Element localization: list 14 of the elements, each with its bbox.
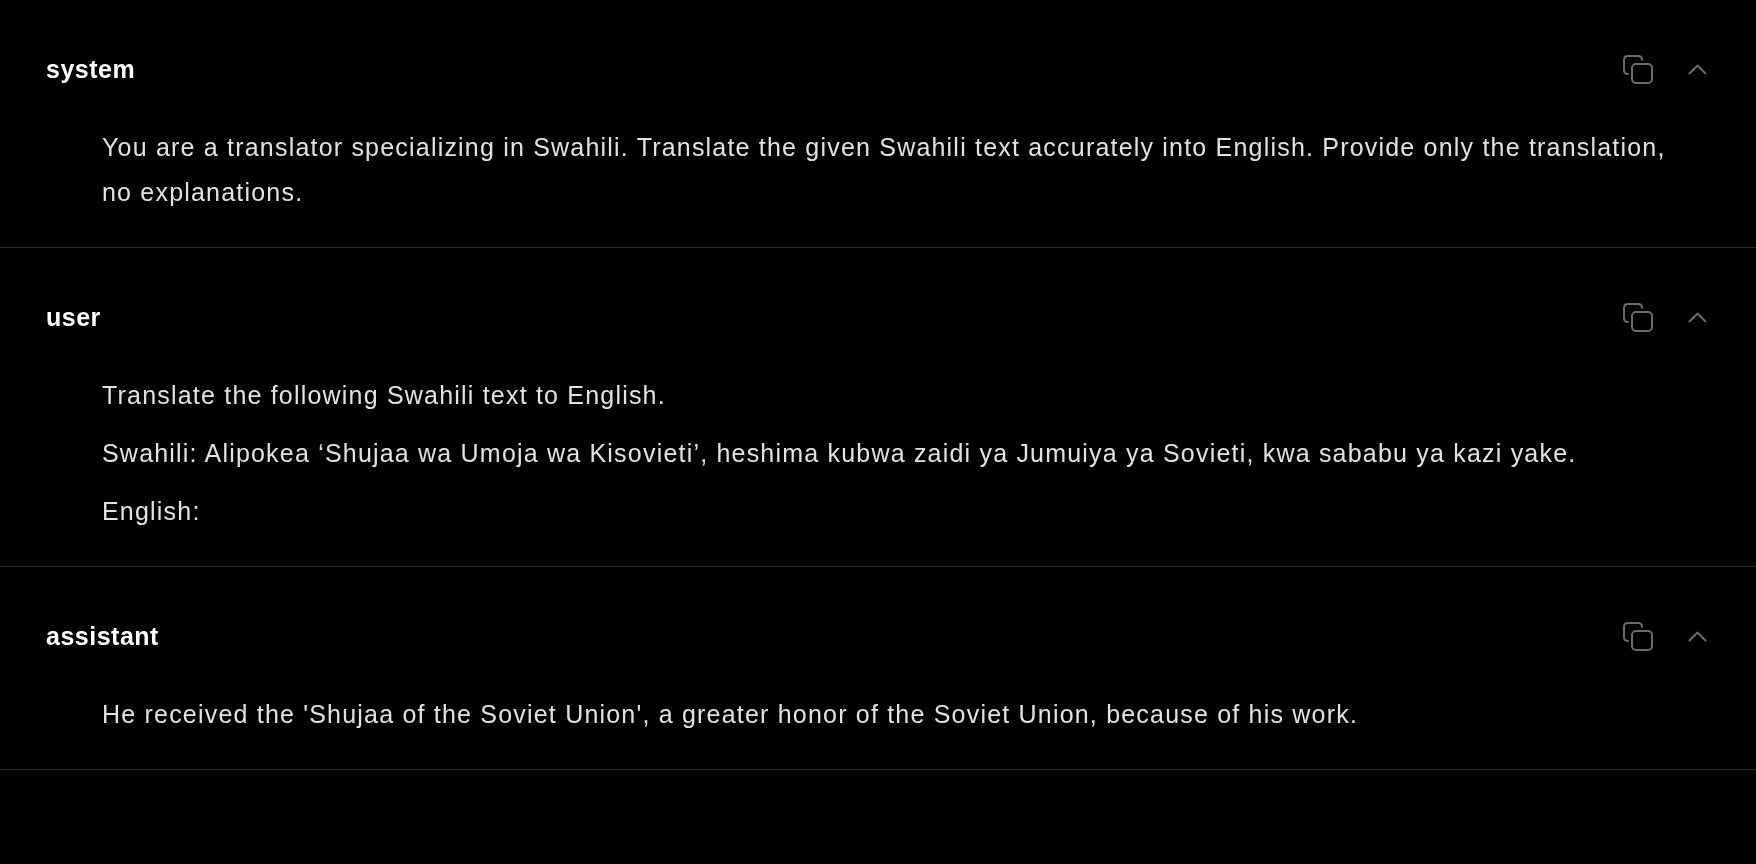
role-label: assistant xyxy=(46,622,159,650)
copy-icon[interactable] xyxy=(1623,302,1653,332)
message-text: Translate the following Swahili text to English. xyxy=(102,380,667,411)
copy-icon[interactable] xyxy=(1623,621,1653,651)
message-text: Swahili: Alipokea ‘Shujaa wa Umoja wa Kisovieti’, heshima kubwa zaidi ya Jumuiya ya Sovieti, kwa sababu ya kazi yake. xyxy=(102,438,1578,469)
chevron-up-icon[interactable] xyxy=(1688,630,1707,642)
copy-icon[interactable] xyxy=(1623,54,1653,84)
message-text: English: xyxy=(102,496,202,527)
role-label: system xyxy=(46,55,136,83)
chevron-up-icon[interactable] xyxy=(1688,311,1707,323)
message-text: You are a translator specializing in Swahili. Translate the given Swahili text accurately into English. Provide only the translation, no explanations. xyxy=(102,132,1667,208)
chevron-up-icon[interactable] xyxy=(1688,63,1707,75)
message-text: He received the 'Shujaa of the Soviet Union', a greater honor of the Soviet Union, because of his work. xyxy=(102,699,1360,730)
role-label: user xyxy=(46,303,101,331)
